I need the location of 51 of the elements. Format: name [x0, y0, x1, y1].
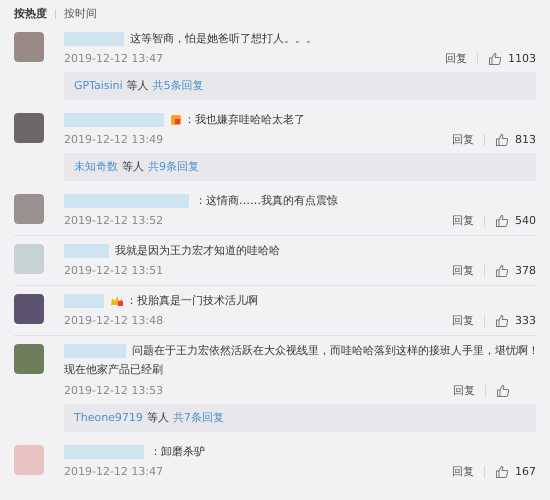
comment-date: 2019-12-12 13:47 [64, 464, 164, 480]
blurred-avatar [14, 113, 44, 143]
like-count: 378 [515, 262, 536, 279]
comment-date: 2019-12-12 13:49 [64, 132, 164, 148]
blurred-username [64, 294, 104, 308]
comment-text: 现在他家产品已经刷 [64, 362, 164, 378]
thumbs-up-icon[interactable] [495, 465, 509, 479]
like-count: 1103 [508, 50, 536, 67]
reply-link[interactable]: 回复 [452, 212, 474, 230]
blurred-avatar [14, 445, 44, 475]
comment-text: ：我也嫌弃哇哈哈太老了 [184, 112, 305, 128]
blurred-username [64, 32, 124, 46]
thumbs-up-icon[interactable] [495, 133, 509, 147]
reply-summary-text: 等人 [126, 78, 149, 94]
thumbs-up-icon[interactable] [495, 214, 509, 228]
thumbs-up-icon[interactable] [495, 264, 509, 278]
reply-link[interactable]: 回复 [445, 50, 467, 68]
comment-text: ：卸磨杀驴 [150, 444, 205, 460]
thumbs-up-icon[interactable] [495, 314, 509, 328]
reply-summary-text: 等人 [122, 158, 144, 175]
comment-date: 2019-12-12 13:51 [64, 262, 164, 279]
thumbs-up-icon[interactable] [496, 384, 510, 398]
comment-text: ：这情商……我真的有点震惊 [195, 192, 338, 209]
reply-link[interactable]: 回复 [452, 464, 474, 480]
like-count: 167 [515, 464, 536, 480]
comment-date: 2019-12-12 13:48 [64, 312, 164, 329]
blurred-avatar [14, 32, 44, 62]
blurred-avatar [14, 294, 44, 324]
like-count: 540 [515, 212, 536, 229]
like-count: 813 [515, 132, 536, 148]
reply-link[interactable]: 回复 [452, 132, 474, 148]
comment-text: 我就是因为王力宏才知道的哇哈哈 [115, 242, 280, 259]
like-count: 333 [515, 312, 536, 329]
blurred-avatar [14, 344, 44, 374]
thumbs-up-icon[interactable] [488, 52, 502, 66]
sort-tab[interactable]: 按热度 [14, 6, 47, 22]
comment-date: 2019-12-12 13:47 [64, 50, 164, 67]
comment-text: 这等智商，怕是她爸听了想打人。。。 [130, 30, 317, 47]
comment-text: ：投胎真是一门技术活儿啊 [126, 292, 258, 309]
blurred-username [64, 344, 126, 358]
blurred-username [64, 244, 109, 258]
reply-summary-text: 等人 [146, 410, 169, 426]
reply-link[interactable]: 回复 [453, 382, 475, 400]
comment-date: 2019-12-12 13:52 [64, 212, 164, 229]
reply-link[interactable]: 回复 [452, 312, 474, 330]
blurred-avatar [14, 194, 44, 224]
comment-text: 问题在于王力宏依然活跃在大众视线里，而哇哈哈落到这样的接班人手里，堪忧啊！ [132, 342, 539, 359]
reply-link[interactable]: 回复 [452, 262, 474, 280]
comment-date: 2019-12-12 13:53 [64, 382, 164, 399]
blurred-avatar [14, 244, 44, 274]
sort-tab[interactable]: 按时间 [64, 6, 97, 22]
